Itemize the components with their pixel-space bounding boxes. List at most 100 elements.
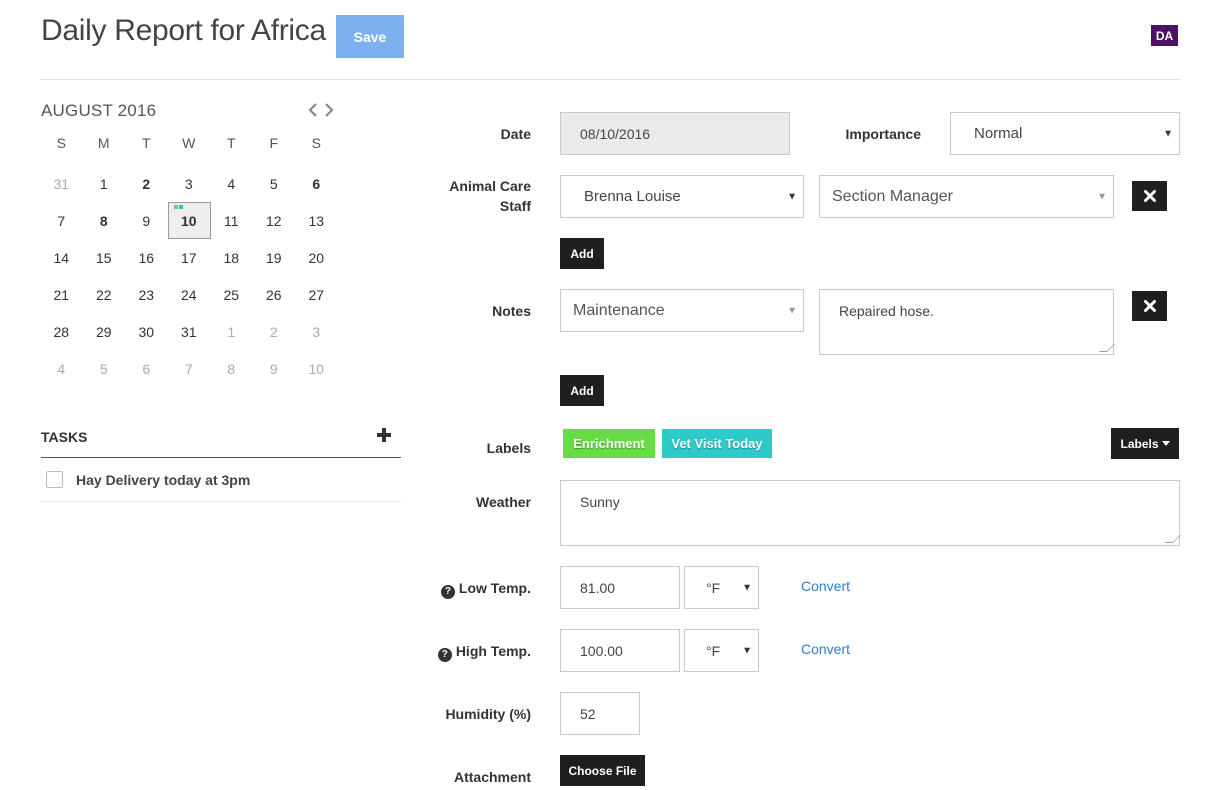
header-divider	[41, 79, 1181, 80]
calendar-day-number: 23	[138, 286, 155, 303]
high-temp-input[interactable]: 100.00	[560, 629, 680, 672]
calendar-day-number: 10	[308, 360, 325, 377]
high-temp-convert-link[interactable]: Convert	[801, 641, 850, 657]
calendar-day[interactable]: 16	[125, 239, 168, 276]
calendar-day[interactable]: 8	[83, 202, 126, 239]
calendar-day[interactable]: 1	[83, 165, 126, 202]
calendar-day[interactable]: 23	[125, 276, 168, 313]
calendar-day[interactable]: 22	[83, 276, 126, 313]
calendar-day[interactable]: 17	[168, 239, 211, 276]
calendar-day-number: 7	[57, 212, 66, 229]
add-note-button[interactable]: Add	[560, 375, 604, 406]
calendar-day[interactable]: 11	[210, 202, 253, 239]
remove-staff-button[interactable]	[1132, 181, 1167, 211]
calendar-day[interactable]: 7	[40, 202, 83, 239]
low-temp-input[interactable]: 81.00	[560, 566, 680, 609]
calendar-day[interactable]: 5	[253, 165, 296, 202]
notes-textarea[interactable]: Repaired hose.	[819, 289, 1115, 355]
calendar-day-number: 30	[138, 323, 155, 340]
calendar-day-number: 1	[227, 323, 236, 340]
calendar-day[interactable]: 29	[83, 313, 126, 350]
calendar-day-number: 25	[223, 286, 240, 303]
choose-file-button[interactable]: Choose File	[560, 755, 645, 786]
save-button[interactable]: Save	[336, 15, 404, 58]
caret-down-icon	[1161, 441, 1170, 446]
calendar-day[interactable]: 5	[83, 350, 126, 387]
labels-dropdown-button[interactable]: Labels	[1111, 428, 1179, 459]
caret-down-icon: ▼	[742, 582, 752, 593]
weather-textarea[interactable]: Sunny	[560, 480, 1181, 546]
calendar-day[interactable]: 4	[210, 165, 253, 202]
calendar-day[interactable]: 30	[125, 313, 168, 350]
low-temp-unit-select[interactable]: °F ▼	[684, 566, 759, 609]
staff-role-select[interactable]: Section Manager ▼	[819, 175, 1114, 218]
calendar-day[interactable]: 4	[40, 350, 83, 387]
calendar-day[interactable]: 13	[295, 202, 338, 239]
calendar-day-number: 19	[265, 249, 282, 266]
question-circle-icon[interactable]: ?	[440, 585, 455, 599]
calendar-day[interactable]: 21	[40, 276, 83, 313]
calendar-day[interactable]: 12	[253, 202, 296, 239]
low-temp-label-text: Low Temp.	[458, 580, 531, 596]
calendar-day[interactable]: 7	[168, 350, 211, 387]
calendar-day[interactable]: 24	[168, 276, 211, 313]
calendar-day-number: 22	[95, 286, 112, 303]
calendar-day[interactable]: 27	[295, 276, 338, 313]
calendar-day[interactable]: 19	[253, 239, 296, 276]
calendar-day[interactable]: 20	[295, 239, 338, 276]
calendar-day[interactable]: 26	[253, 276, 296, 313]
question-circle-icon[interactable]: ?	[437, 648, 452, 662]
calendar-day-number: 11	[223, 212, 239, 229]
calendar-day[interactable]: 1	[210, 313, 253, 350]
calendar-day-number: 3	[312, 323, 321, 340]
remove-note-button[interactable]	[1132, 291, 1167, 321]
calendar-day[interactable]: 3	[295, 313, 338, 350]
high-temp-unit-select[interactable]: °F ▼	[684, 629, 759, 672]
label-tag-enrichment[interactable]: Enrichment	[563, 429, 655, 458]
calendar-day[interactable]: 28	[40, 313, 83, 350]
calendar-day[interactable]: 18	[210, 239, 253, 276]
calendar-day[interactable]: 10	[295, 350, 338, 387]
notes-text-value: Repaired hose.	[839, 303, 934, 319]
calendar-day[interactable]: 2	[253, 313, 296, 350]
importance-select[interactable]: Normal ▼	[950, 112, 1180, 155]
calendar-day-number: 10	[180, 212, 197, 229]
low-temp-convert-link[interactable]: Convert	[801, 578, 850, 594]
notes-category-select[interactable]: Maintenance ▼	[560, 289, 804, 332]
label-tag-vet-visit-today[interactable]: Vet Visit Today	[662, 429, 772, 458]
add-staff-button[interactable]: Add	[560, 238, 604, 269]
calendar-day[interactable]: 6	[295, 165, 338, 202]
date-value: 08/10/2016	[580, 125, 651, 142]
calendar-day[interactable]: 14	[40, 239, 83, 276]
avatar[interactable]: DA	[1151, 25, 1178, 46]
labels-label: Labels	[486, 440, 531, 456]
calendar-day[interactable]: 9	[253, 350, 296, 387]
calendar-day[interactable]: 8	[210, 350, 253, 387]
chevron-left-icon[interactable]	[306, 100, 320, 120]
humidity-input[interactable]: 52	[560, 692, 640, 735]
animal-care-staff-label-line2: Staff	[499, 198, 531, 214]
calendar-day[interactable]: 6	[125, 350, 168, 387]
calendar-day[interactable]: 31	[40, 165, 83, 202]
calendar-day-selected[interactable]: 10	[167, 202, 211, 239]
calendar-day[interactable]: 3	[168, 165, 211, 202]
task-label: Hay Delivery today at 3pm	[76, 472, 251, 488]
chevron-right-icon[interactable]	[322, 100, 336, 120]
calendar-day-number: 31	[180, 323, 197, 340]
calendar-day[interactable]: 25	[210, 276, 253, 313]
calendar-day[interactable]: 31	[168, 313, 211, 350]
calendar-day-number: 17	[180, 249, 197, 266]
task-checkbox[interactable]	[46, 471, 63, 488]
staff-value: Brenna Louise	[584, 188, 681, 205]
resize-handle-icon[interactable]	[1165, 535, 1181, 543]
high-temp-unit: °F	[706, 642, 721, 659]
staff-select[interactable]: Brenna Louise ▼	[560, 175, 804, 218]
calendar-day[interactable]: 15	[83, 239, 126, 276]
calendar-day[interactable]: 9	[125, 202, 168, 239]
low-temp-unit: °F	[706, 579, 721, 596]
calendar-day-number: 13	[308, 212, 325, 229]
calendar-day-number: 3	[184, 175, 193, 192]
calendar-day[interactable]: 2	[125, 165, 168, 202]
resize-handle-icon[interactable]	[1099, 344, 1115, 352]
task-divider	[41, 501, 401, 502]
